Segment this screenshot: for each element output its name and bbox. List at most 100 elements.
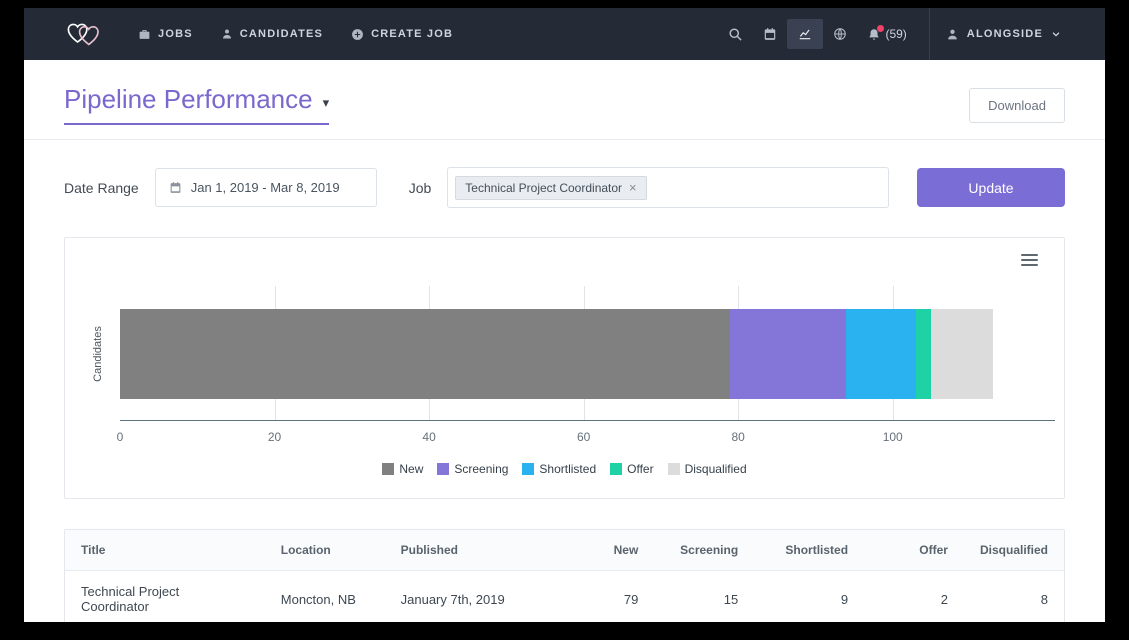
col-header-location: Location: [265, 530, 385, 571]
calendar-icon: [169, 181, 182, 194]
job-select-input[interactable]: Technical Project Coordinator ×: [447, 167, 889, 208]
line-chart-icon: [797, 27, 813, 41]
bar-segment-offer[interactable]: [916, 309, 931, 399]
results-table: Title Location Published New Screening S…: [65, 530, 1064, 622]
nav-item-jobs[interactable]: JOBS: [138, 28, 193, 41]
cell-screening: 15: [654, 571, 754, 623]
hearts-logo-icon: [64, 18, 104, 50]
header-divider: [24, 139, 1105, 140]
legend-label: Offer: [627, 462, 653, 476]
bar-segment-shortlisted[interactable]: [846, 309, 916, 399]
cell-new: 79: [554, 571, 654, 623]
legend-item-disqualified[interactable]: Disqualified: [668, 462, 747, 476]
globe-button[interactable]: [823, 19, 857, 49]
y-axis-label: Candidates: [92, 326, 104, 382]
legend-item-screening[interactable]: Screening: [437, 462, 508, 476]
date-range-value: Jan 1, 2019 - Mar 8, 2019: [191, 180, 340, 195]
col-header-disqualified: Disqualified: [964, 530, 1064, 571]
date-range-label: Date Range: [64, 180, 139, 196]
pipeline-chart-card: Candidates 0 20 40 60 80 100 New Screening Shor…: [64, 237, 1065, 499]
alongside-logo[interactable]: [64, 18, 104, 50]
reports-button[interactable]: [787, 19, 823, 49]
bar-segment-disqualified[interactable]: [931, 309, 993, 399]
cell-offer: 2: [864, 571, 964, 623]
nav-item-candidates[interactable]: CANDIDATES: [221, 28, 323, 40]
legend-item-shortlisted[interactable]: Shortlisted: [522, 462, 596, 476]
x-tick-label: 80: [731, 430, 744, 444]
person-icon: [221, 28, 233, 40]
nav-item-label: CANDIDATES: [240, 28, 323, 40]
chart-menu-icon[interactable]: [1021, 254, 1038, 269]
col-header-new: New: [554, 530, 654, 571]
page-title: Pipeline Performance: [64, 84, 313, 115]
col-header-shortlisted: Shortlisted: [754, 530, 864, 571]
legend-swatch: [668, 463, 680, 475]
table-row[interactable]: Technical Project Coordinator Moncton, N…: [65, 571, 1064, 623]
remove-tag-icon[interactable]: ×: [629, 181, 637, 194]
bar-segment-new[interactable]: [120, 309, 730, 399]
nav-item-label: JOBS: [158, 28, 193, 40]
notification-dot: [877, 25, 884, 32]
bar-segment-screening[interactable]: [730, 309, 846, 399]
nav-item-create-job[interactable]: CREATE JOB: [351, 28, 453, 41]
plus-circle-icon: [351, 28, 364, 41]
search-icon: [728, 27, 743, 42]
col-header-published: Published: [385, 530, 555, 571]
x-axis-ticks: 0 20 40 60 80 100: [120, 430, 1055, 446]
cell-published: January 7th, 2019: [385, 571, 555, 623]
nav-item-label: CREATE JOB: [371, 28, 453, 40]
job-tag: Technical Project Coordinator ×: [455, 176, 646, 200]
x-tick-label: 20: [268, 430, 281, 444]
results-table-card: Title Location Published New Screening S…: [64, 529, 1065, 622]
job-tag-label: Technical Project Coordinator: [465, 181, 622, 195]
report-title-dropdown[interactable]: Pipeline Performance ▾: [64, 84, 329, 125]
legend-label: New: [399, 462, 423, 476]
cell-location: Moncton, NB: [265, 571, 385, 623]
cell-disqualified: 8: [964, 571, 1064, 623]
chart-legend: New Screening Shortlisted Offer Disqualified: [65, 462, 1064, 476]
legend-swatch: [382, 463, 394, 475]
calendar-button[interactable]: [753, 19, 787, 49]
briefcase-icon: [138, 28, 151, 41]
legend-label: Shortlisted: [539, 462, 596, 476]
x-tick-label: 100: [883, 430, 903, 444]
legend-swatch: [522, 463, 534, 475]
x-tick-label: 0: [117, 430, 124, 444]
globe-icon: [833, 27, 847, 41]
cell-shortlisted: 9: [754, 571, 864, 623]
table-header-row: Title Location Published New Screening S…: [65, 530, 1064, 571]
page-header: Pipeline Performance ▾ Download: [24, 60, 1105, 125]
account-person-icon: [946, 28, 959, 41]
cell-title: Technical Project Coordinator: [65, 571, 265, 623]
account-menu[interactable]: ALONGSIDE: [946, 28, 1061, 41]
title-caret-icon: ▾: [323, 89, 330, 111]
x-tick-label: 40: [422, 430, 435, 444]
job-label: Job: [409, 180, 432, 196]
search-button[interactable]: [718, 19, 753, 50]
x-tick-label: 60: [577, 430, 590, 444]
plot-area: [120, 286, 1055, 421]
legend-label: Screening: [454, 462, 508, 476]
col-header-title: Title: [65, 530, 265, 571]
account-name: ALONGSIDE: [967, 28, 1043, 40]
notifications-button[interactable]: (59): [857, 19, 916, 50]
nav-divider: [929, 8, 930, 60]
legend-swatch: [437, 463, 449, 475]
download-button[interactable]: Download: [969, 88, 1065, 123]
date-range-input[interactable]: Jan 1, 2019 - Mar 8, 2019: [155, 168, 377, 207]
navbar-right: (59) ALONGSIDE: [718, 8, 1061, 60]
stacked-bar: [120, 309, 1055, 399]
main-navigation: JOBS CANDIDATES CREATE JOB: [138, 28, 453, 41]
app-window: JOBS CANDIDATES CREATE JOB: [24, 8, 1105, 622]
col-header-offer: Offer: [864, 530, 964, 571]
notification-count: (59): [885, 27, 906, 41]
legend-label: Disqualified: [685, 462, 747, 476]
legend-swatch: [610, 463, 622, 475]
update-button[interactable]: Update: [917, 168, 1065, 207]
filter-bar: Date Range Jan 1, 2019 - Mar 8, 2019 Job…: [24, 167, 1105, 208]
legend-item-new[interactable]: New: [382, 462, 423, 476]
chevron-down-icon: [1051, 29, 1061, 39]
calendar-icon: [763, 27, 777, 41]
legend-item-offer[interactable]: Offer: [610, 462, 653, 476]
col-header-screening: Screening: [654, 530, 754, 571]
